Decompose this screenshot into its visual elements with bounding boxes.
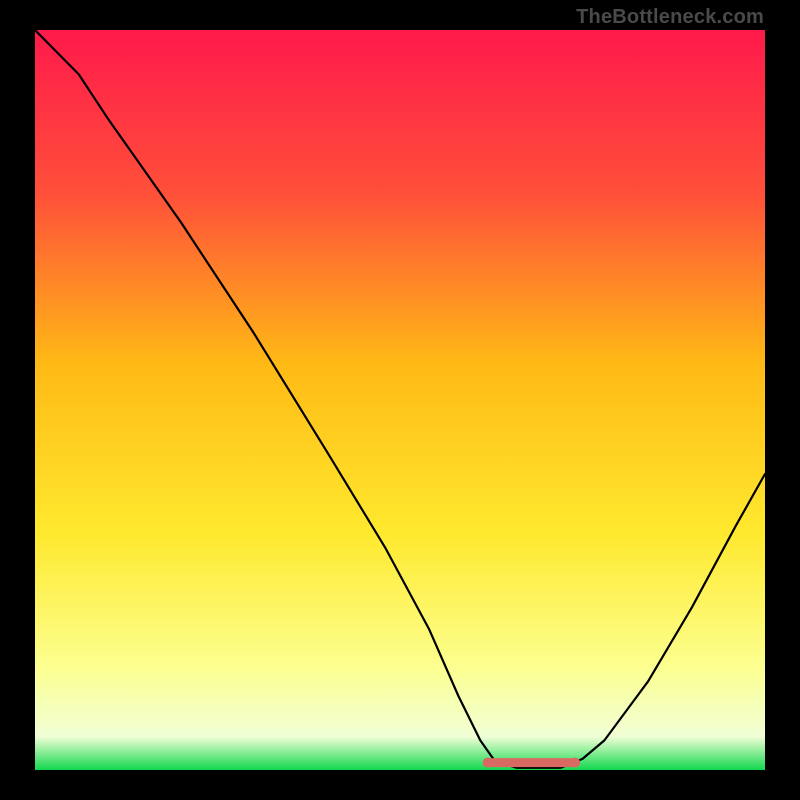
plot-area [35, 30, 765, 770]
chart-svg [35, 30, 765, 770]
gradient-background [35, 30, 765, 770]
chart-frame: TheBottleneck.com [0, 0, 800, 800]
watermark-text: TheBottleneck.com [576, 6, 764, 29]
optimal-range-marker [483, 758, 581, 768]
